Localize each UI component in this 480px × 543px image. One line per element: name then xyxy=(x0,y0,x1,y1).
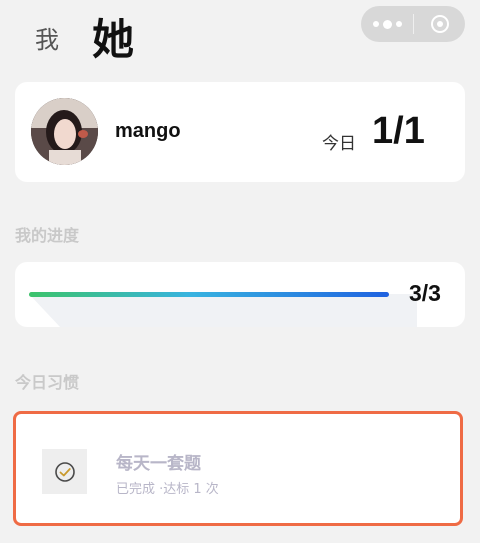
check-circle-icon xyxy=(54,461,75,482)
more-button[interactable] xyxy=(361,6,413,42)
progress-fill xyxy=(29,292,389,297)
progress-card: 3/3 xyxy=(15,262,465,327)
close-button[interactable] xyxy=(414,6,465,42)
avatar-photo-icon xyxy=(31,98,98,165)
header: 我 她 xyxy=(0,0,480,80)
today-count: 1/1 xyxy=(372,110,425,152)
tab-her[interactable]: 她 xyxy=(92,6,134,67)
more-dot-icon xyxy=(382,19,392,29)
progress-value: 3/3 xyxy=(409,280,441,306)
profile-card[interactable]: mango 今日 1/1 xyxy=(15,82,465,182)
more-dot-icon xyxy=(372,21,379,27)
close-target-icon xyxy=(430,15,449,33)
tab-me[interactable]: 我 xyxy=(35,20,59,55)
progress-bar xyxy=(29,292,389,297)
avatar[interactable] xyxy=(31,98,98,165)
habit-card[interactable]: 每天一套题 已完成 ·达标 1 次 xyxy=(13,411,463,526)
today-label: 今日 xyxy=(322,134,356,154)
username: mango xyxy=(115,120,181,142)
habit-title: 每天一套题 xyxy=(116,454,201,474)
mini-program-capsule xyxy=(361,6,465,42)
more-dot-icon xyxy=(395,21,402,27)
habit-icon-box[interactable] xyxy=(42,449,87,494)
habits-section-title: 今日习惯 xyxy=(15,373,80,392)
progress-shadow xyxy=(29,294,417,327)
habit-subtitle: 已完成 ·达标 1 次 xyxy=(116,482,219,497)
progress-section-title: 我的进度 xyxy=(15,226,80,245)
